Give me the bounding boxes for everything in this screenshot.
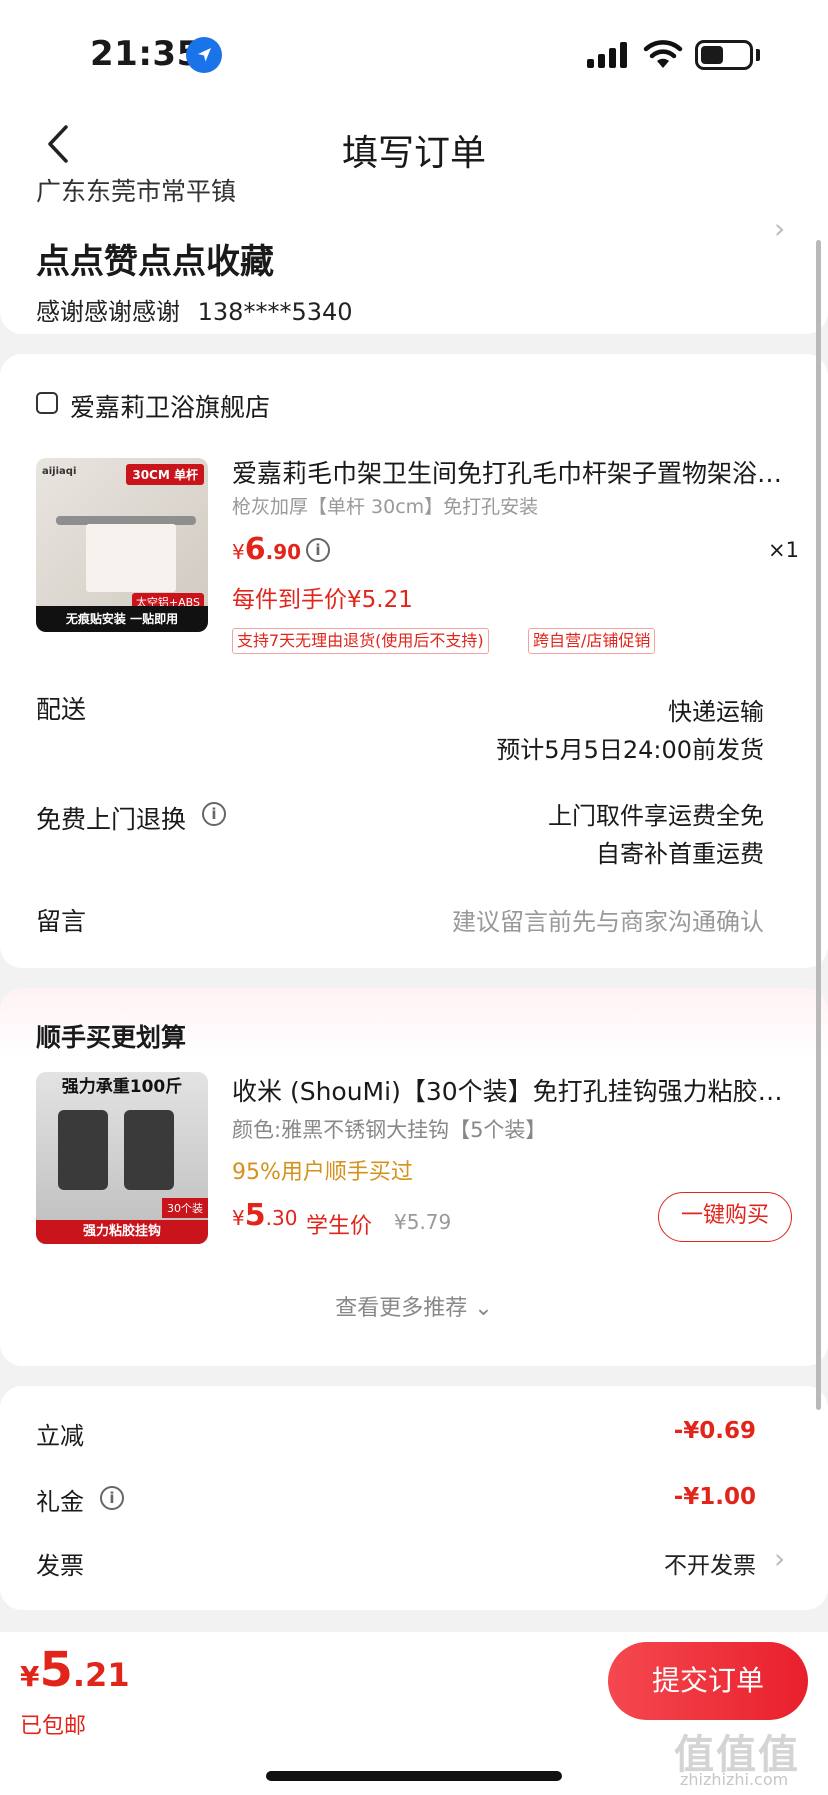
- delivery-label: 配送: [36, 695, 87, 724]
- gift-info-icon[interactable]: i: [100, 1486, 124, 1510]
- recommend-image-footer: 强力粘胶挂钩: [36, 1220, 208, 1244]
- gift-label: 礼金: [36, 1488, 84, 1516]
- gift-value: -¥1.00: [673, 1484, 756, 1510]
- product-title[interactable]: 爱嘉莉毛巾架卫生间免打孔毛巾杆架子置物架浴室挂件: [232, 454, 792, 490]
- student-price-label: 学生价: [306, 1214, 373, 1239]
- address-contact: 感谢感谢感谢 138****5340: [36, 292, 353, 327]
- watermark-url: zhizhizhi.com: [680, 1770, 789, 1789]
- discount-value: -¥0.69: [673, 1418, 756, 1444]
- recommend-card: 顺手买更划算 强力承重100斤 30个装 强力粘胶挂钩 收米 (ShouMi)【…: [0, 988, 828, 1366]
- free-return-label: 免费上门退换: [36, 805, 187, 834]
- recommend-product-name[interactable]: 收米 (ShouMi)【30个装】免打孔挂钩强力粘胶挂钩: [232, 1072, 792, 1108]
- message-label: 留言: [36, 907, 87, 936]
- recommend-title: 顺手买更划算: [36, 1023, 187, 1052]
- recommend-price: ¥5.30: [232, 1198, 298, 1233]
- recommend-image-top: 强力承重100斤: [61, 1077, 183, 1097]
- invoice-value[interactable]: 不开发票: [664, 1546, 756, 1580]
- store-name[interactable]: 爱嘉莉卫浴旗舰店: [70, 388, 270, 424]
- recommend-image-badge: 30个装: [162, 1198, 208, 1218]
- recommend-product-image[interactable]: 强力承重100斤 30个装 强力粘胶挂钩: [36, 1072, 208, 1244]
- discount-label: 立减: [36, 1422, 84, 1450]
- product-image-brand: aijiaqi: [42, 466, 77, 477]
- summary-card: 立减 -¥0.69 礼金 i -¥1.00 发票 不开发票 ›: [0, 1386, 828, 1610]
- invoice-chevron-icon[interactable]: ›: [774, 1542, 785, 1575]
- original-price: ¥5.79: [394, 1210, 452, 1234]
- scrollbar[interactable]: [816, 240, 821, 1410]
- return-policy-tag: 支持7天无理由退货(使用后不支持): [232, 628, 489, 654]
- address-region: 广东东莞市常平镇: [36, 177, 237, 206]
- price-info-icon[interactable]: i: [306, 538, 330, 562]
- deal-price: 每件到手价¥5.21: [232, 587, 413, 613]
- status-time: 21:35: [90, 34, 201, 74]
- message-input[interactable]: 建议留言前先与商家沟通确认: [452, 902, 764, 937]
- product-image[interactable]: aijiaqi 30CM 单杆 太空铝+ABS 无痕贴安装 一贴即用: [36, 458, 208, 632]
- wifi-icon: [643, 40, 683, 68]
- store-icon: [36, 392, 58, 414]
- recommend-product-spec[interactable]: 颜色:雅黑不锈钢大挂钩【5个装】: [232, 1114, 546, 1144]
- address-detail: 点点赞点点收藏: [36, 242, 274, 282]
- battery-cap: [756, 49, 760, 61]
- free-return-value: 上门取件享运费全免: [548, 802, 764, 830]
- home-indicator[interactable]: [266, 1771, 562, 1781]
- shipping-status: 已包邮: [20, 1714, 87, 1739]
- product-spec[interactable]: 枪灰加厚【单杆 30cm】免打孔安装: [232, 492, 538, 519]
- free-return-value-2: 自寄补首重运费: [596, 840, 764, 868]
- contact-phone: 138****5340: [197, 298, 353, 326]
- product-image-footer: 无痕贴安装 一贴即用: [36, 606, 208, 632]
- view-more-recommend[interactable]: 查看更多推荐 ⌄: [0, 1290, 828, 1322]
- submit-order-button[interactable]: 提交订单: [608, 1642, 808, 1720]
- one-click-buy-button[interactable]: 一键购买: [658, 1192, 792, 1242]
- battery-icon: [695, 40, 753, 70]
- cellular-signal-icon: [587, 42, 627, 68]
- product-image-tag: 30CM 单杆: [126, 464, 204, 485]
- order-card: 爱嘉莉卫浴旗舰店 aijiaqi 30CM 单杆 太空铝+ABS 无痕贴安装 一…: [0, 354, 828, 968]
- address-card[interactable]: 广东东莞市常平镇 › 点点赞点点收藏 感谢感谢感谢 138****5340: [0, 176, 828, 334]
- delivery-value[interactable]: 快递运输: [668, 692, 764, 727]
- invoice-label: 发票: [36, 1552, 84, 1580]
- address-chevron-icon: ›: [774, 212, 786, 245]
- product-price: ¥6.90: [232, 532, 302, 567]
- free-return-info-icon[interactable]: i: [202, 802, 226, 826]
- product-quantity: ×1: [768, 538, 799, 562]
- recommend-percent: 95%用户顺手买过: [232, 1160, 413, 1185]
- location-arrow-icon: [186, 37, 222, 73]
- delivery-eta: 预计5月5日24:00前发货: [496, 736, 764, 764]
- total-price: ¥5.21: [20, 1642, 130, 1698]
- contact-name: 感谢感谢感谢: [36, 298, 180, 326]
- promo-tag: 跨自营/店铺促销: [528, 628, 656, 654]
- page-title: 填写订单: [341, 133, 486, 174]
